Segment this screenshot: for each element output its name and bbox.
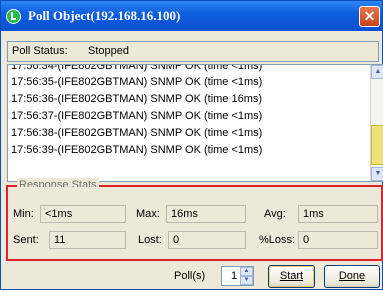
chevron-down-icon[interactable]: ▼ [371,167,383,181]
log-line: 17:56:36-(IFE802GBTMAN) SNMP OK (time 16… [11,93,263,105]
lost-value-field: 0 [168,231,246,249]
min-label: Min: [13,208,34,220]
lost-label: Lost: [138,234,162,246]
log-line: 17:56:34-(IFE802GBTMAN) SNMP OK (time <1… [11,64,263,72]
response-stats-group: Response Stats Min: <1ms Max: 16ms Avg: … [6,178,383,261]
done-button-label: Done [338,270,366,282]
start-button[interactable]: Start [268,265,315,288]
polls-stepper-value[interactable]: 1 [231,270,237,282]
chevron-up-icon[interactable]: ▲ [371,65,383,79]
log-scrollbar[interactable]: ▲ ▼ [370,65,383,181]
sent-value-field: 11 [49,231,126,249]
sent-label: Sent: [13,234,39,246]
poll-status-bar: Poll Status: Stopped [7,41,379,62]
polls-stepper[interactable]: 1 ▲ ▼ [221,266,254,286]
poll-status-value: Stopped [88,45,129,57]
min-value-field: <1ms [40,205,126,223]
poll-object-window: Poll Object(192.168.16.100) ✕ Poll Statu… [0,0,383,290]
polls-label: Poll(s) [174,270,206,282]
log-line: 17:56:39-(IFE802GBTMAN) SNMP OK (time <1… [11,144,263,156]
poll-log-list[interactable]: 17:56:34-(IFE802GBTMAN) SNMP OK (time <1… [7,64,383,182]
title-bar[interactable]: Poll Object(192.168.16.100) ✕ [1,1,382,31]
poll-app-icon [6,9,21,24]
start-button-label: Start [279,270,304,282]
log-line: 17:56:38-(IFE802GBTMAN) SNMP OK (time <1… [11,127,263,139]
log-line: 17:56:37-(IFE802GBTMAN) SNMP OK (time <1… [11,110,263,122]
window-title: Poll Object(192.168.16.100) [28,8,181,23]
response-stats-title: Response Stats [17,178,99,187]
stepper-down-icon[interactable]: ▼ [240,276,253,285]
percent-loss-value-field: 0 [298,231,378,249]
max-value-field: 16ms [166,205,246,223]
close-icon[interactable]: ✕ [359,6,380,27]
avg-value-field: 1ms [298,205,378,223]
done-button[interactable]: Done [324,265,380,288]
scroll-thumb[interactable] [371,125,383,165]
avg-label: Avg: [264,208,286,220]
log-line: 17:56:35-(IFE802GBTMAN) SNMP OK (time <1… [11,76,263,88]
max-label: Max: [136,208,160,220]
stepper-up-icon[interactable]: ▲ [240,267,253,276]
poll-status-label: Poll Status: [12,45,68,57]
bottom-controls: Poll(s) 1 ▲ ▼ Start Done [1,263,383,291]
percent-loss-label: %Loss: [259,234,296,246]
